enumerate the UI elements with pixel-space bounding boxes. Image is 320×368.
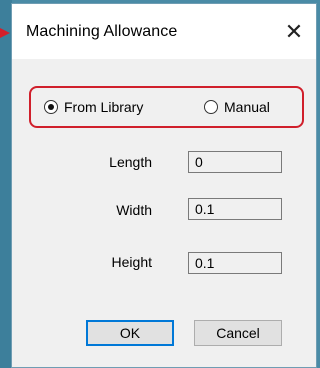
dialog-title: Machining Allowance: [26, 23, 178, 40]
length-label: Length: [109, 154, 152, 170]
cancel-label: Cancel: [216, 325, 260, 341]
manual-radio[interactable]: Manual: [204, 99, 270, 115]
width-input[interactable]: [188, 198, 282, 220]
machining-allowance-dialog: Machining Allowance ✕ From Library Manua…: [11, 3, 317, 368]
width-label: Width: [116, 202, 152, 218]
source-radio-group: From Library Manual: [29, 86, 304, 128]
close-icon: ✕: [284, 19, 304, 44]
cancel-button[interactable]: Cancel: [194, 320, 282, 346]
length-input[interactable]: [188, 151, 282, 173]
from-library-radio[interactable]: From Library: [44, 99, 143, 115]
callout-arrow-icon: [0, 28, 10, 38]
height-input[interactable]: [188, 252, 282, 274]
close-button[interactable]: ✕: [272, 12, 316, 52]
ok-button[interactable]: OK: [86, 320, 174, 346]
ok-label: OK: [119, 325, 141, 341]
title-bar: Machining Allowance ✕: [12, 4, 316, 59]
from-library-label: From Library: [64, 99, 144, 115]
height-label: Height: [111, 254, 152, 270]
radio-unchecked-icon: [204, 100, 218, 114]
manual-label: Manual: [224, 99, 270, 115]
radio-checked-icon: [44, 100, 58, 114]
